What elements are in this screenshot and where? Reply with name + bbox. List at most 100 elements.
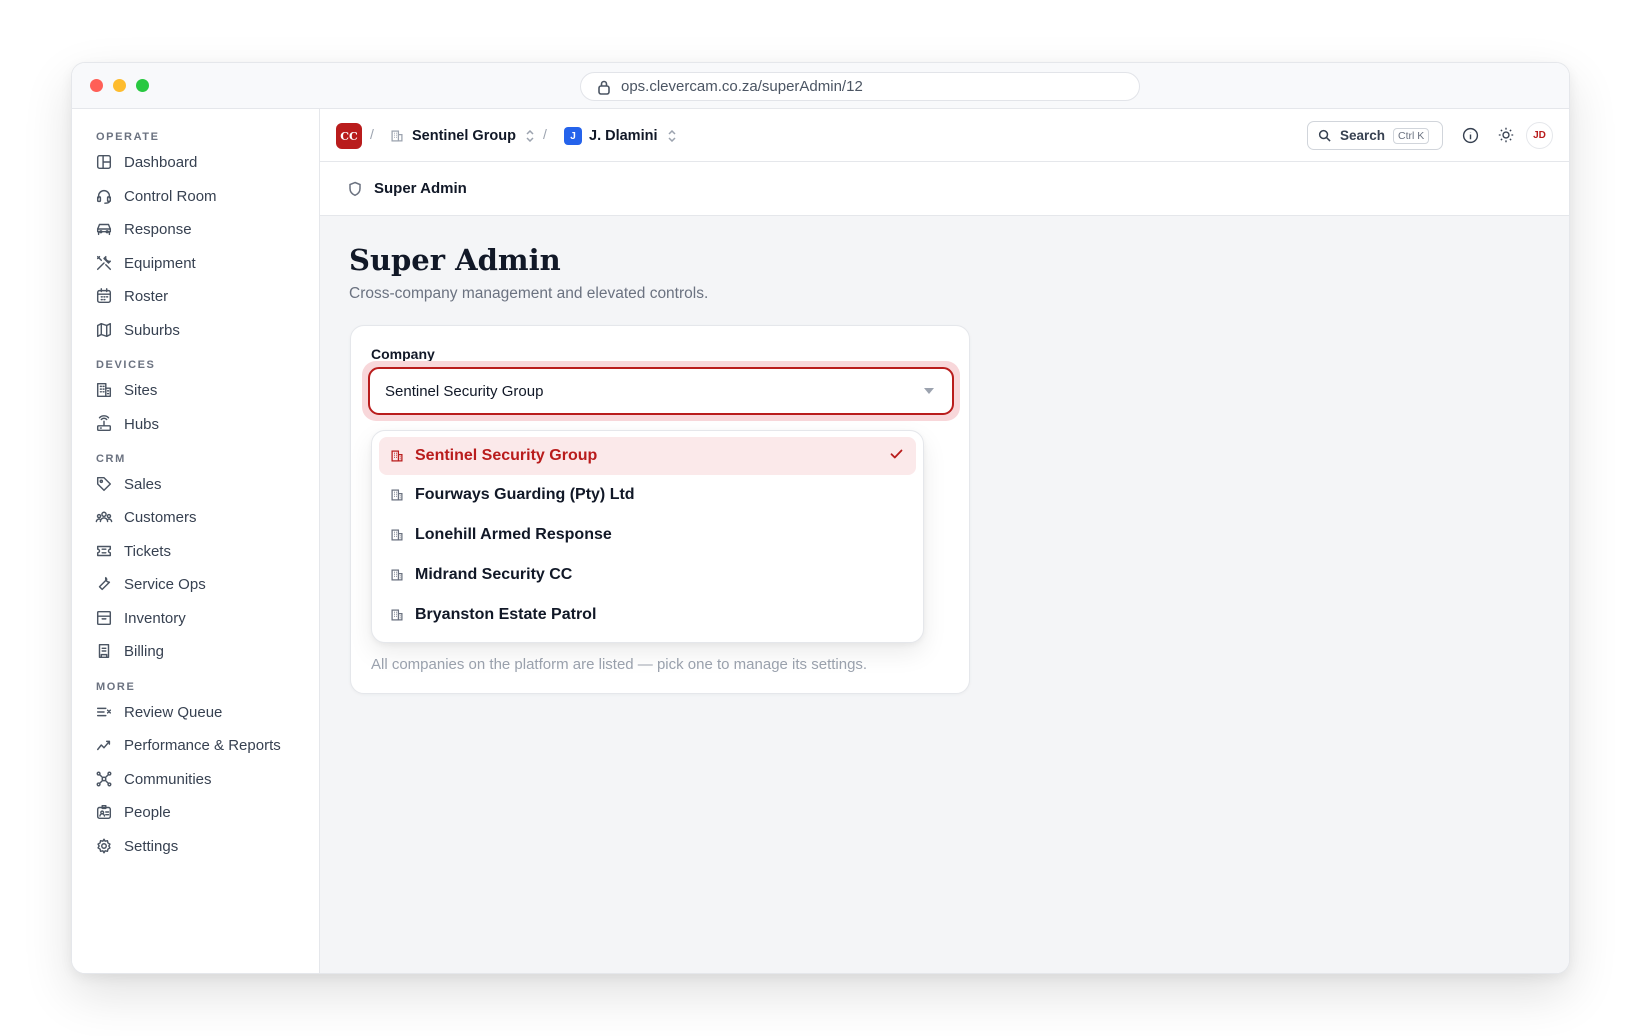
sidebar-item-label: Customers xyxy=(124,508,197,526)
wrench-icon xyxy=(94,574,114,594)
sidebar-item-label: Suburbs xyxy=(124,321,180,339)
company-option[interactable]: Sentinel Security Group xyxy=(379,437,916,475)
sidebar-item-tickets[interactable]: Tickets xyxy=(94,536,308,566)
company-option[interactable]: Fourways Guarding (Pty) Ltd xyxy=(379,476,916,514)
sidebar-item-response[interactable]: Response xyxy=(94,214,308,244)
lock-icon xyxy=(598,80,610,95)
building-icon xyxy=(94,380,114,400)
sidebar-item-people[interactable]: People xyxy=(94,797,308,827)
section-label-crm: CRM xyxy=(96,453,126,465)
top-bar: CC / Sentinel Group / J J. Dlamini Searc… xyxy=(320,109,1569,162)
user-switcher-label: J. Dlamini xyxy=(589,128,658,144)
sidebar-item-roster[interactable]: Roster xyxy=(94,281,308,311)
car-icon xyxy=(94,219,114,239)
company-field-hint: All companies on the platform are listed… xyxy=(371,656,868,673)
page-title: Super Admin xyxy=(349,243,561,277)
sidebar-item-settings[interactable]: Settings xyxy=(94,831,308,861)
sidebar-item-hubs[interactable]: Hubs xyxy=(94,409,308,439)
company-logo[interactable]: CC xyxy=(336,123,362,149)
sidebar-item-label: Roster xyxy=(124,287,169,305)
sidebar-item-communities[interactable]: Communities xyxy=(94,764,308,794)
tag-icon xyxy=(94,474,114,494)
company-field-label: Company xyxy=(371,346,435,362)
sidebar-item-control-room[interactable]: Control Room xyxy=(94,181,308,211)
company-option[interactable]: Lonehill Armed Response xyxy=(379,516,916,554)
sidebar-item-label: People xyxy=(124,803,171,821)
sidebar-item-label: Hubs xyxy=(124,415,160,433)
sidebar-item-label: Dashboard xyxy=(124,153,198,171)
company-option-label: Midrand Security CC xyxy=(415,566,573,583)
receipt-icon xyxy=(94,641,114,661)
dashboard-icon xyxy=(94,152,114,172)
list-check-icon xyxy=(94,702,114,722)
address-bar[interactable]: ops.clevercam.co.za/superAdmin/12 xyxy=(580,72,1140,101)
ticket-icon xyxy=(94,541,114,561)
building-icon xyxy=(390,528,404,542)
company-option[interactable]: Midrand Security CC xyxy=(379,556,916,594)
page-header-bar: Super Admin xyxy=(320,162,1569,216)
user-avatar[interactable]: JD xyxy=(1526,122,1553,149)
sidebar-item-customers[interactable]: Customers xyxy=(94,502,308,532)
trend-icon xyxy=(94,735,114,755)
sidebar-item-label: Billing xyxy=(124,642,165,660)
search-button[interactable]: Search Ctrl K xyxy=(1307,121,1443,150)
section-label-operate: OPERATE xyxy=(96,131,160,143)
archive-icon xyxy=(94,608,114,628)
sidebar-item-label: Review Queue xyxy=(124,703,223,721)
sidebar-item-dashboard[interactable]: Dashboard xyxy=(94,147,308,177)
minimize-window-button[interactable] xyxy=(113,79,126,92)
page-subtitle: Cross-company management and elevated co… xyxy=(349,285,709,302)
company-switcher[interactable]: Sentinel Group xyxy=(390,124,534,148)
close-window-button[interactable] xyxy=(90,79,103,92)
chevron-up-down-icon xyxy=(526,130,534,142)
check-icon xyxy=(890,449,903,459)
info-button[interactable] xyxy=(1459,124,1481,146)
sidebar-item-inventory[interactable]: Inventory xyxy=(94,603,308,633)
shield-icon xyxy=(349,181,361,196)
company-option-label: Lonehill Armed Response xyxy=(415,526,612,543)
sidebar-item-label: Inventory xyxy=(124,609,186,627)
page-header-title: Super Admin xyxy=(374,180,467,197)
map-icon xyxy=(94,320,114,340)
browser-titlebar: ops.clevercam.co.za/superAdmin/12 xyxy=(72,63,1569,109)
sidebar-item-equipment[interactable]: Equipment xyxy=(94,248,308,278)
breadcrumb-separator: / xyxy=(543,126,547,142)
sidebar-item-billing[interactable]: Billing xyxy=(94,636,308,666)
sidebar-item-performance-reports[interactable]: Performance & Reports xyxy=(94,730,308,760)
sidebar-item-label: Response xyxy=(124,220,192,238)
sidebar-item-review-queue[interactable]: Review Queue xyxy=(94,697,308,727)
network-icon xyxy=(94,769,114,789)
company-option-label: Fourways Guarding (Pty) Ltd xyxy=(415,486,635,503)
sidebar-item-label: Communities xyxy=(124,770,212,788)
company-option-label: Bryanston Estate Patrol xyxy=(415,606,597,623)
theme-toggle-button[interactable] xyxy=(1495,124,1517,146)
gear-icon xyxy=(94,836,114,856)
sidebar-item-sites[interactable]: Sites xyxy=(94,375,308,405)
sidebar-item-label: Performance & Reports xyxy=(124,736,281,754)
search-icon xyxy=(1318,129,1331,142)
company-select[interactable]: Sentinel Security Group xyxy=(368,367,954,415)
maximize-window-button[interactable] xyxy=(136,79,149,92)
building-icon xyxy=(390,449,404,463)
calendar-icon xyxy=(94,286,114,306)
section-label-more: MORE xyxy=(96,681,136,693)
caret-down-icon xyxy=(924,388,934,394)
headset-icon xyxy=(94,186,114,206)
tools-icon xyxy=(94,253,114,273)
section-label-devices: DEVICES xyxy=(96,359,156,371)
sidebar-item-label: Service Ops xyxy=(124,575,206,593)
user-initial-badge: J xyxy=(564,127,582,145)
sidebar-item-sales[interactable]: Sales xyxy=(94,469,308,499)
sidebar-item-label: Control Room xyxy=(124,187,217,205)
chevron-up-down-icon xyxy=(667,130,676,142)
building-icon xyxy=(390,488,404,502)
sidebar-item-service-ops[interactable]: Service Ops xyxy=(94,569,308,599)
user-switcher[interactable]: J J. Dlamini xyxy=(564,124,676,148)
sidebar-item-label: Sites xyxy=(124,381,158,399)
company-switcher-label: Sentinel Group xyxy=(412,128,516,144)
search-shortcut: Ctrl K xyxy=(1393,127,1430,144)
sidebar-item-label: Equipment xyxy=(124,254,196,272)
company-option[interactable]: Bryanston Estate Patrol xyxy=(379,596,916,634)
sidebar-item-suburbs[interactable]: Suburbs xyxy=(94,315,308,345)
sidebar-item-label: Settings xyxy=(124,837,179,855)
